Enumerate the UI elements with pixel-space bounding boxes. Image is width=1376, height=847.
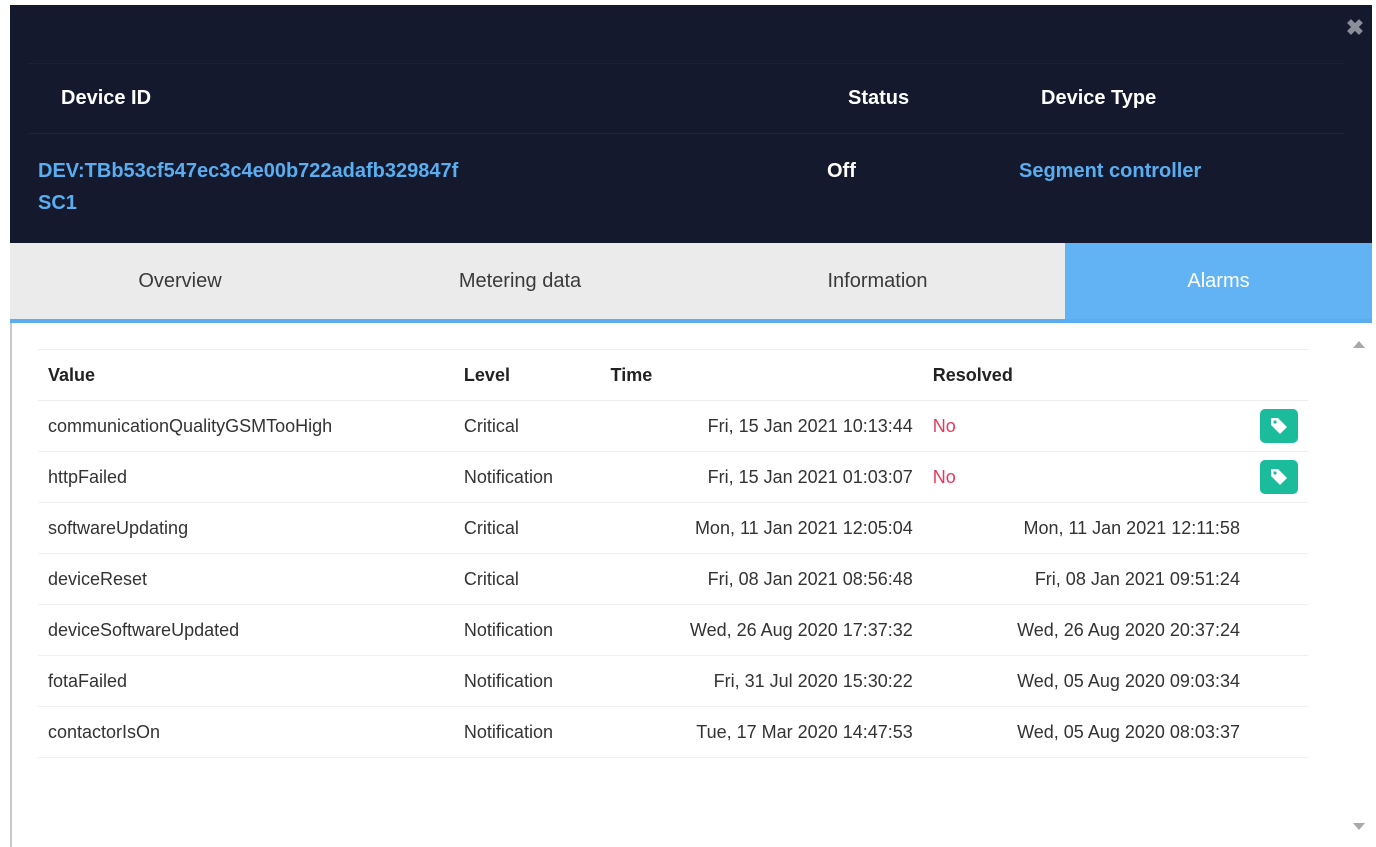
alarm-level: Critical: [453, 553, 601, 605]
table-row: deviceSoftwareUpdated Notification Wed, …: [38, 604, 1308, 656]
table-row: httpFailed Notification Fri, 15 Jan 2021…: [38, 451, 1308, 503]
alarm-actions: [1249, 451, 1308, 503]
alarm-time: Wed, 26 Aug 2020 17:37:32: [600, 604, 923, 656]
alarms-table: Value Level Time Resolved communicationQ…: [38, 349, 1308, 758]
alarm-actions: [1249, 553, 1308, 605]
table-row: deviceReset Critical Fri, 08 Jan 2021 08…: [38, 553, 1308, 605]
device-type-label: Device Type: [1041, 87, 1157, 109]
alarm-resolved: Wed, 26 Aug 2020 20:37:24: [922, 604, 1250, 656]
column-header-level[interactable]: Level: [453, 349, 601, 401]
tab-information[interactable]: Information: [690, 243, 1065, 319]
header-divider: [28, 133, 1344, 134]
table-row: fotaFailed Notification Fri, 31 Jul 2020…: [38, 655, 1308, 707]
alarm-actions: [1249, 502, 1308, 554]
panel-border: [10, 323, 12, 847]
column-header-time[interactable]: Time: [600, 349, 923, 401]
vertical-scrollbar[interactable]: [1346, 323, 1372, 847]
alarm-resolved: Wed, 05 Aug 2020 08:03:37: [922, 706, 1250, 758]
device-header: ✖ Device ID Status Device Type DEV:TBb53…: [10, 5, 1372, 243]
table-row: contactorIsOn Notification Tue, 17 Mar 2…: [38, 706, 1308, 758]
alarm-actions: [1249, 604, 1308, 656]
status-label: Status: [848, 87, 910, 109]
alarm-value: softwareUpdating: [38, 502, 454, 554]
resolve-button[interactable]: [1259, 409, 1298, 443]
alarm-time: Tue, 17 Mar 2020 14:47:53: [600, 706, 923, 758]
tab-overview[interactable]: Overview: [10, 243, 350, 319]
resolve-tag-icon: [1270, 469, 1287, 485]
alarm-level: Critical: [453, 400, 601, 452]
alarm-resolved: Wed, 05 Aug 2020 09:03:34: [922, 655, 1250, 707]
column-header-value[interactable]: Value: [38, 349, 454, 401]
alarm-level: Notification: [453, 655, 601, 707]
table-row: communicationQualityGSMTooHigh Critical …: [38, 400, 1308, 452]
alarm-resolved: No: [922, 400, 1250, 452]
tab-metering-data[interactable]: Metering data: [350, 243, 690, 319]
alarm-value: communicationQualityGSMTooHigh: [38, 400, 454, 452]
table-header-row: Value Level Time Resolved: [38, 349, 1308, 401]
alarm-value: deviceReset: [38, 553, 454, 605]
header-divider-top: [28, 63, 1344, 64]
alarm-actions: [1249, 400, 1308, 452]
alarm-resolved: Fri, 08 Jan 2021 09:51:24: [922, 553, 1250, 605]
status-value: Off: [827, 160, 856, 182]
tab-bar: Overview Metering data Information Alarm…: [10, 243, 1372, 323]
alarm-level: Notification: [453, 451, 601, 503]
alarm-value: deviceSoftwareUpdated: [38, 604, 454, 656]
alarm-time: Mon, 11 Jan 2021 12:05:04: [600, 502, 923, 554]
device-id-value: DEV:TBb53cf547ec3c4e00b722adafb329847f: [38, 160, 459, 182]
alarm-value: contactorIsOn: [38, 706, 454, 758]
alarm-resolved: No: [922, 451, 1250, 503]
tab-alarms[interactable]: Alarms: [1065, 243, 1372, 319]
alarm-time: Fri, 08 Jan 2021 08:56:48: [600, 553, 923, 605]
scroll-down-arrow-icon[interactable]: [1353, 823, 1365, 830]
alarms-panel: Value Level Time Resolved communicationQ…: [10, 323, 1372, 847]
alarm-value: httpFailed: [38, 451, 454, 503]
resolve-tag-icon: [1270, 418, 1287, 434]
device-id-label: Device ID: [61, 87, 152, 109]
alarm-value: fotaFailed: [38, 655, 454, 707]
alarm-actions: [1249, 655, 1308, 707]
alarm-time: Fri, 15 Jan 2021 01:03:07: [600, 451, 923, 503]
alarm-time: Fri, 31 Jul 2020 15:30:22: [600, 655, 923, 707]
column-header-actions: [1249, 349, 1308, 401]
alarm-time: Fri, 15 Jan 2021 10:13:44: [600, 400, 923, 452]
scroll-up-arrow-icon[interactable]: [1353, 341, 1365, 348]
column-header-resolved[interactable]: Resolved: [922, 349, 1250, 401]
alarm-actions: [1249, 706, 1308, 758]
close-icon[interactable]: ✖: [1344, 17, 1366, 39]
resolve-button[interactable]: [1259, 460, 1298, 494]
alarm-level: Critical: [453, 502, 601, 554]
device-detail-modal: ✖ Device ID Status Device Type DEV:TBb53…: [10, 5, 1372, 847]
table-row: softwareUpdating Critical Mon, 11 Jan 20…: [38, 502, 1308, 554]
alarm-level: Notification: [453, 604, 601, 656]
alarm-level: Notification: [453, 706, 601, 758]
alarm-resolved: Mon, 11 Jan 2021 12:11:58: [922, 502, 1250, 554]
device-type-link[interactable]: Segment controller: [1019, 155, 1201, 187]
device-id-link[interactable]: DEV:TBb53cf547ec3c4e00b722adafb329847f S…: [38, 155, 458, 219]
device-name-value: SC1: [38, 192, 77, 214]
